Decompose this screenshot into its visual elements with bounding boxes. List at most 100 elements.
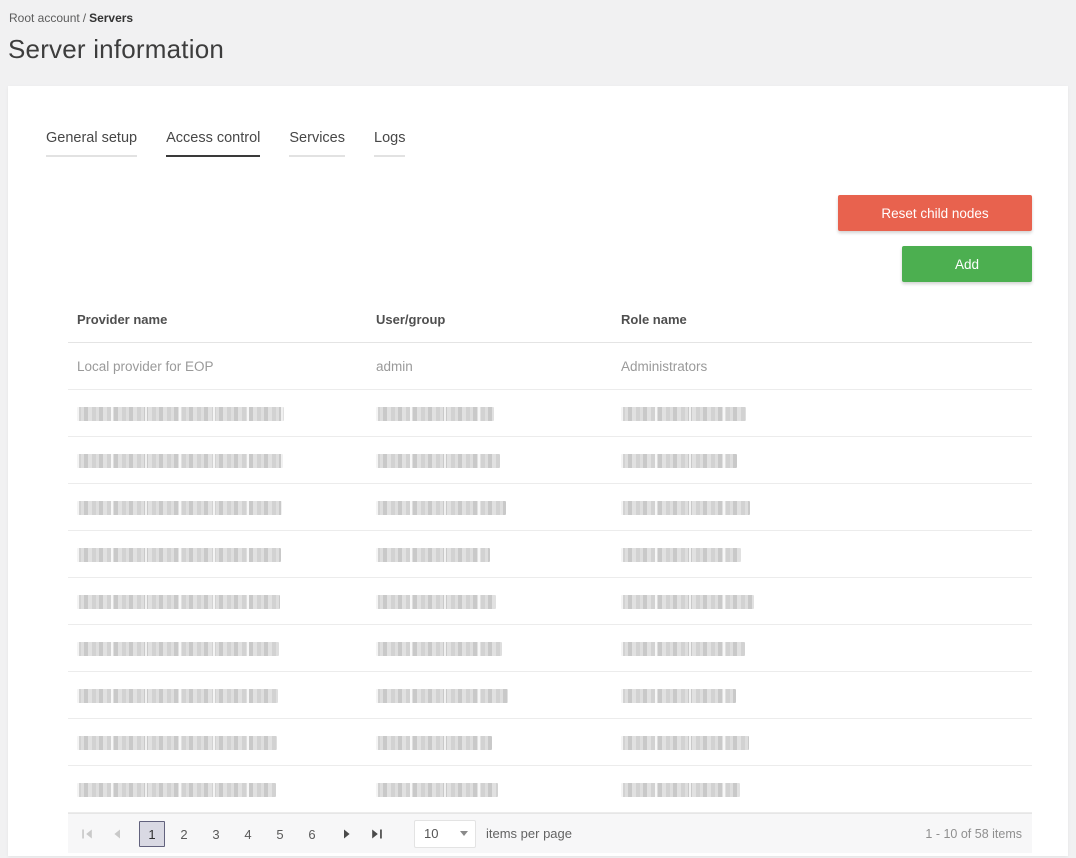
action-buttons: Reset child nodes Add	[8, 195, 1032, 282]
table-row	[68, 577, 1032, 625]
table-cell	[68, 718, 367, 766]
table-cell	[68, 530, 367, 578]
page-button-2[interactable]: 2	[171, 821, 197, 847]
table-cell	[68, 436, 367, 484]
table-cell	[612, 577, 1032, 625]
redacted-text	[376, 500, 506, 515]
table-cell	[612, 483, 1032, 531]
redacted-text	[77, 453, 283, 468]
page: Root account / Servers Server information …	[0, 0, 1076, 856]
redacted-text	[621, 547, 741, 562]
tab-logs[interactable]: Logs	[374, 130, 406, 157]
table-body: Local provider for EOP admin Administrator…	[68, 342, 1032, 813]
previous-page-icon	[114, 829, 120, 838]
table-cell	[68, 624, 367, 672]
redacted-text	[376, 594, 496, 609]
table-row	[68, 436, 1032, 484]
table-cell	[612, 389, 1032, 437]
table-row: Local provider for EOP admin Administrator…	[68, 342, 1032, 390]
pager-summary: 1 - 10 of 58 items	[925, 826, 1022, 841]
column-header-user-group[interactable]: User/group	[367, 296, 612, 343]
table-header-row: Provider name User/group Role name	[68, 296, 1032, 343]
table-cell	[367, 577, 612, 625]
table-row	[68, 389, 1032, 437]
redacted-text	[621, 406, 746, 421]
table-cell	[68, 483, 367, 531]
redacted-text	[77, 500, 282, 515]
breadcrumb-current-servers: Servers	[89, 11, 134, 25]
table-cell	[68, 671, 367, 719]
table-cell	[612, 671, 1032, 719]
table-cell	[367, 389, 612, 437]
table-cell	[367, 483, 612, 531]
table-cell	[367, 765, 612, 813]
redacted-text	[77, 641, 279, 656]
first-page-button[interactable]	[72, 819, 102, 849]
table-row	[68, 671, 1032, 719]
redacted-text	[77, 688, 278, 703]
page-button-4[interactable]: 4	[235, 821, 261, 847]
table-cell	[612, 624, 1032, 672]
redacted-text	[77, 547, 281, 562]
first-page-icon	[82, 829, 92, 838]
table-cell	[68, 577, 367, 625]
table-cell	[367, 624, 612, 672]
table-cell: Administrators	[612, 342, 1032, 390]
breadcrumb-root-account[interactable]: Root account	[9, 11, 80, 25]
redacted-text	[376, 453, 500, 468]
redacted-text	[376, 641, 502, 656]
page-size-value: 10	[424, 826, 439, 841]
table-cell	[367, 671, 612, 719]
table-row	[68, 530, 1032, 578]
redacted-text	[77, 594, 280, 609]
page-button-3[interactable]: 3	[203, 821, 229, 847]
page-size-dropdown[interactable]: 10	[414, 819, 476, 848]
column-header-role-name[interactable]: Role name	[612, 296, 1032, 343]
table-cell	[612, 530, 1032, 578]
table-cell	[367, 530, 612, 578]
table-row	[68, 624, 1032, 672]
tab-general-setup[interactable]: General setup	[46, 130, 138, 157]
pager: 123456 10 items per page 1 - 10 of 58 it…	[68, 813, 1032, 853]
redacted-text	[376, 782, 498, 797]
redacted-text	[77, 782, 276, 797]
redacted-text	[621, 641, 745, 656]
table-row	[68, 765, 1032, 813]
last-page-icon	[372, 829, 382, 838]
last-page-button[interactable]	[362, 819, 392, 849]
items-per-page-label: items per page	[486, 826, 572, 841]
page-title: Server information	[8, 34, 225, 64]
table-cell	[68, 389, 367, 437]
table-header: Provider name User/group Role name	[68, 296, 1032, 343]
table-cell: Local provider for EOP	[68, 342, 367, 390]
table-cell	[612, 436, 1032, 484]
table-cell	[612, 765, 1032, 813]
page-button-5[interactable]: 5	[267, 821, 293, 847]
pager-pages: 123456	[136, 820, 328, 847]
redacted-text	[621, 735, 749, 750]
redacted-text	[621, 500, 750, 515]
page-button-6[interactable]: 6	[299, 821, 325, 847]
column-header-provider-name[interactable]: Provider name	[68, 296, 367, 343]
tab-services[interactable]: Services	[289, 130, 345, 157]
redacted-text	[621, 782, 740, 797]
breadcrumb-separator: /	[82, 11, 87, 25]
next-page-button[interactable]	[332, 819, 362, 849]
redacted-text	[376, 406, 494, 421]
tab-access-control[interactable]: Access control	[166, 130, 261, 157]
table-cell	[68, 765, 367, 813]
add-button[interactable]: Add	[902, 246, 1032, 282]
redacted-text	[77, 406, 284, 421]
reset-child-nodes-button[interactable]: Reset child nodes	[838, 195, 1032, 231]
redacted-text	[376, 735, 492, 750]
access-control-table: Provider name User/group Role name Local p…	[68, 296, 1032, 813]
page-button-1[interactable]: 1	[139, 820, 165, 847]
redacted-text	[621, 688, 736, 703]
table-cell: admin	[367, 342, 612, 390]
table-row	[68, 483, 1032, 531]
table-cell	[367, 436, 612, 484]
previous-page-button[interactable]	[102, 819, 132, 849]
breadcrumb: Root account / Servers	[0, 0, 1076, 25]
table-cell	[367, 718, 612, 766]
tabs: General setup Access control Services Logs	[46, 130, 1068, 157]
